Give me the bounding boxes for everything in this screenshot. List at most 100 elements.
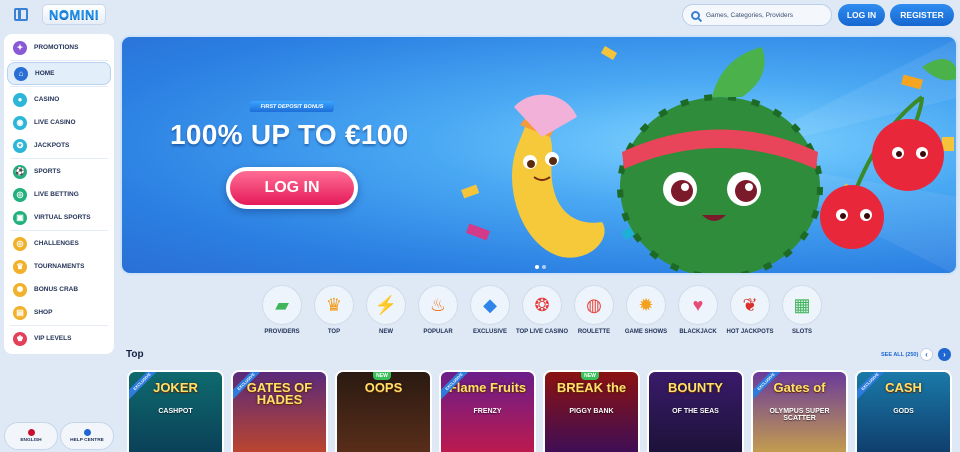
vip-crown-icon: ♚ — [13, 331, 27, 346]
diamond-icon: ◆ — [483, 294, 497, 315]
game-subtitle: GODS — [893, 408, 914, 415]
game-title: BOUNTY — [668, 380, 723, 395]
roulette-icon: ◍ — [586, 294, 602, 315]
category-row: ▰ PROVIDERS ♛ TOP ⚡ NEW ♨ POPULAR ◆ EXCLUSIVE ❂ TOP… — [256, 285, 828, 335]
login-button[interactable]: LOG IN — [838, 4, 885, 26]
divider — [10, 158, 108, 159]
category-label: BLACKJACK — [679, 329, 717, 335]
sidebar-item-label: TOURNAMENTS — [34, 263, 85, 270]
sidebar-item-bonus-crab[interactable]: ✺ BONUS CRAB — [7, 278, 111, 301]
prev-arrow-button[interactable]: ‹ — [920, 348, 933, 361]
search-bar[interactable] — [682, 4, 832, 26]
game-subtitle: OLYMPUS SUPER SCATTER — [769, 408, 830, 422]
language-button[interactable]: ENGLISH — [4, 422, 58, 450]
sidebar-item-label: SPORTS — [34, 168, 61, 175]
lightning-icon: ⚡ — [374, 294, 398, 315]
site-logo[interactable]: NOMINI — [42, 4, 106, 25]
category-slots[interactable]: ▦ SLOTS — [776, 285, 828, 335]
category-icon-circle[interactable]: ♨ — [418, 285, 458, 325]
crown-icon: ♛ — [325, 294, 343, 315]
carousel-dot[interactable] — [542, 265, 546, 269]
sidebar-item-live-casino[interactable]: ◉ LIVE CASINO — [7, 111, 111, 134]
category-icon-circle[interactable]: ❂ — [522, 285, 562, 325]
category-label: SLOTS — [791, 329, 812, 335]
top-header: NOMINI LOG IN REGISTER — [0, 0, 960, 30]
section-title: Top — [126, 349, 144, 360]
category-popular[interactable]: ♨ POPULAR — [412, 285, 464, 335]
help-centre-button[interactable]: HELP CENTRE — [60, 422, 114, 450]
category-blackjack[interactable]: ♥ BLACKJACK — [672, 285, 724, 335]
language-label: ENGLISH — [20, 438, 42, 443]
sidebar-item-label: LIVE BETTING — [34, 191, 79, 198]
carousel-dot[interactable] — [535, 265, 539, 269]
help-label: HELP CENTRE — [70, 438, 104, 443]
sidebar-item-live-betting[interactable]: ◎ LIVE BETTING — [7, 183, 111, 206]
category-roulette[interactable]: ◍ ROULETTE — [568, 285, 620, 335]
category-icon-circle[interactable]: ◆ — [470, 285, 510, 325]
game-tile[interactable]: Gates of OLYMPUS SUPER SCATTER EXCLUSIVE — [751, 370, 848, 452]
game-tile[interactable]: GATES OF HADES EXCLUSIVE — [231, 370, 328, 452]
category-icon-circle[interactable]: ♥ — [678, 285, 718, 325]
category-game-shows[interactable]: ✹ GAME SHOWS — [620, 285, 672, 335]
search-input[interactable] — [706, 11, 826, 19]
category-top-live-casino[interactable]: ❂ TOP LIVE CASINO — [516, 285, 568, 335]
category-label: POPULAR — [423, 329, 453, 335]
category-icon-circle[interactable]: ✹ — [626, 285, 666, 325]
chips-icon: ❂ — [534, 294, 550, 315]
virtual-sports-icon: ▣ — [13, 210, 27, 225]
game-subtitle: OF THE SEAS — [672, 408, 719, 415]
category-top[interactable]: ♛ TOP — [308, 285, 360, 335]
sidebar-item-vip-levels[interactable]: ♚ VIP LEVELS — [7, 327, 111, 350]
sidebar-item-jackpots[interactable]: ✪ JACKPOTS — [7, 134, 111, 157]
uk-flag-icon — [27, 429, 35, 436]
game-tile[interactable]: JOKER CASHPOT EXCLUSIVE — [127, 370, 224, 452]
carousel-dots[interactable] — [535, 265, 546, 269]
game-tile[interactable]: OOPS NEW — [335, 370, 432, 452]
category-hot-jackpots[interactable]: ❦ HOT JACKPOTS — [724, 285, 776, 335]
sidebar-toggle-icon[interactable] — [14, 8, 28, 21]
category-label: HOT JACKPOTS — [726, 329, 774, 335]
divider — [10, 230, 108, 231]
game-tile[interactable]: BOUNTY OF THE SEAS — [647, 370, 744, 452]
sidebar-item-sports[interactable]: ⚽ SPORTS — [7, 160, 111, 183]
jackpot-icon: ✪ — [13, 138, 27, 153]
category-providers[interactable]: ▰ PROVIDERS — [256, 285, 308, 335]
chili-icon: ❦ — [742, 294, 758, 315]
divider — [10, 60, 108, 61]
category-icon-circle[interactable]: ⚡ — [366, 285, 406, 325]
game-tile[interactable]: BREAK the PIGGY BANK NEW — [543, 370, 640, 452]
category-icon-circle[interactable]: ▦ — [782, 285, 822, 325]
sidebar-item-shop[interactable]: ▤ SHOP — [7, 301, 111, 324]
category-icon-circle[interactable]: ◍ — [574, 285, 614, 325]
category-icon-circle[interactable]: ♛ — [314, 285, 354, 325]
game-tile[interactable]: CASH GODS EXCLUSIVE — [855, 370, 952, 452]
promo-banner[interactable]: FIRST DEPOSIT BONUS 100% UP TO €100 LOG … — [120, 35, 958, 275]
sidebar-item-label: VIP LEVELS — [34, 335, 72, 342]
target-icon: ◎ — [13, 236, 27, 251]
category-exclusive[interactable]: ◆ EXCLUSIVE — [464, 285, 516, 335]
category-new[interactable]: ⚡ NEW — [360, 285, 412, 335]
sidebar-item-casino[interactable]: ● CASINO — [7, 88, 111, 111]
new-badge: NEW — [373, 372, 391, 380]
register-button[interactable]: REGISTER — [890, 4, 954, 26]
see-all-link[interactable]: SEE ALL (250) — [881, 352, 918, 358]
sidebar-nav: ✦ PROMOTIONS ⌂ HOME ● CASINO ◉ LIVE CASINO ✪ JACK… — [4, 34, 114, 354]
sidebar-item-challenges[interactable]: ◎ CHALLENGES — [7, 232, 111, 255]
game-title: GATES OF HADES — [246, 380, 313, 407]
sidebar-item-virtual-sports[interactable]: ▣ VIRTUAL SPORTS — [7, 206, 111, 229]
sidebar-item-label: VIRTUAL SPORTS — [34, 214, 91, 221]
sidebar-item-promotions[interactable]: ✦ PROMOTIONS — [7, 36, 111, 59]
providers-icon: ▰ — [275, 294, 289, 315]
shop-icon: ▤ — [13, 305, 27, 320]
home-icon: ⌂ — [14, 66, 28, 81]
next-arrow-button[interactable]: › — [938, 348, 951, 361]
category-icon-circle[interactable]: ▰ — [262, 285, 302, 325]
divider — [10, 86, 108, 87]
category-icon-circle[interactable]: ❦ — [730, 285, 770, 325]
game-tile[interactable]: Flame Fruits FRENZY EXCLUSIVE — [439, 370, 536, 452]
sidebar-item-home[interactable]: ⌂ HOME — [7, 62, 111, 85]
fruit-illustration — [461, 39, 956, 273]
category-label: EXCLUSIVE — [472, 329, 507, 335]
banner-login-button[interactable]: LOG IN — [226, 167, 358, 209]
sidebar-item-tournaments[interactable]: ♛ TOURNAMENTS — [7, 255, 111, 278]
